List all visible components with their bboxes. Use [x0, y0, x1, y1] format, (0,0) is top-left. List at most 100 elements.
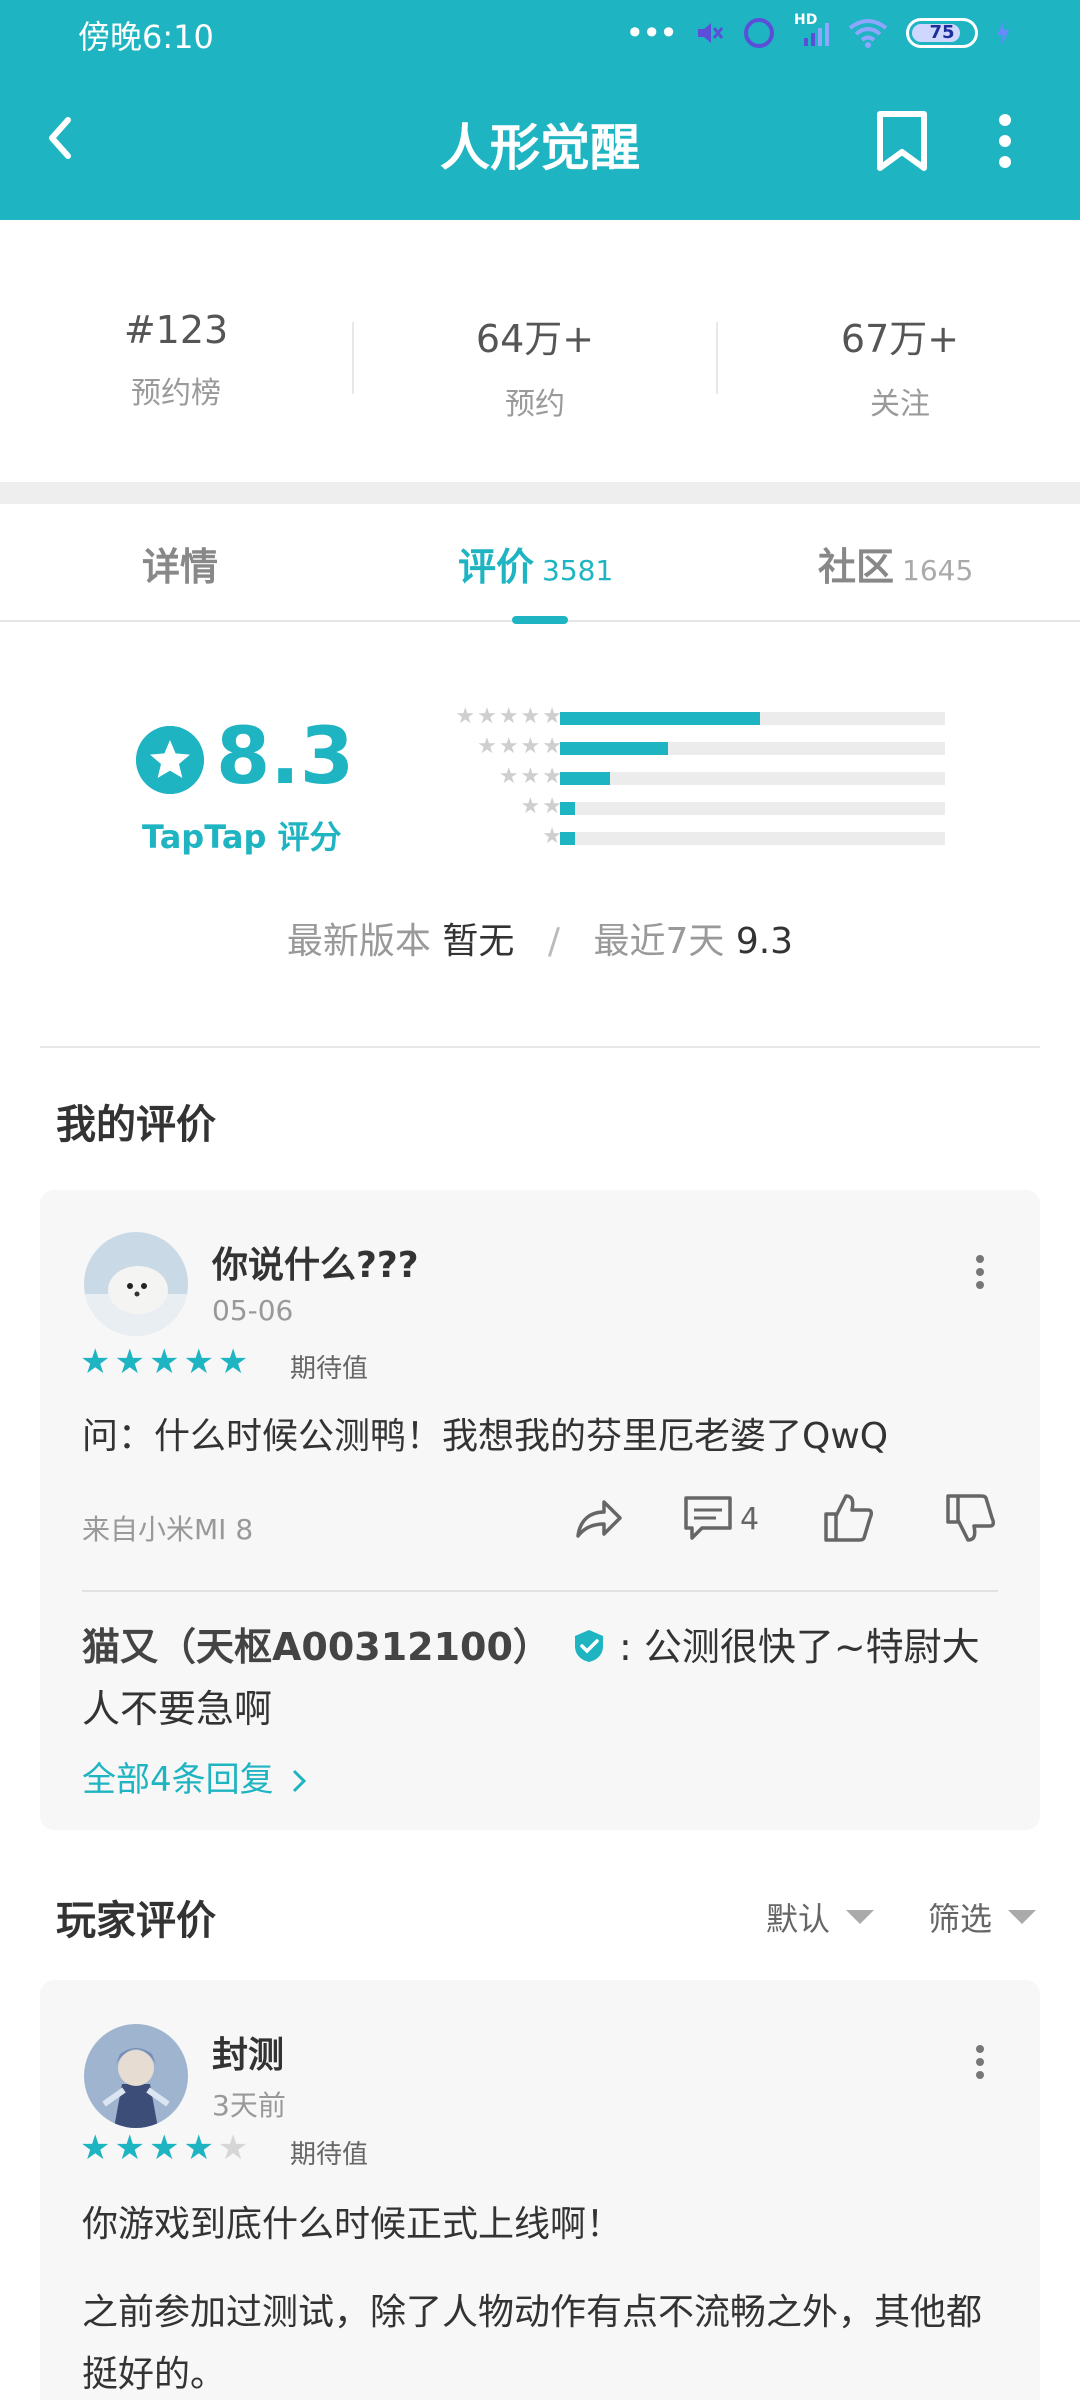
status-icons: ••• HD 75	[625, 12, 1010, 52]
reply-divider	[82, 1590, 998, 1592]
tab-bar: 详情 评价 3581 社区 1645	[0, 504, 1080, 624]
avatar[interactable]	[84, 2024, 188, 2128]
like-icon[interactable]	[820, 1490, 876, 1546]
bookmark-button[interactable]	[874, 110, 930, 172]
sort-dropdown[interactable]: 默认	[766, 1894, 875, 1940]
version-rating-line: 最新版本 暂无 / 最近7天 9.3	[0, 912, 1080, 964]
game-stats: #123 预约榜 64万+ 预约 67万+ 关注	[0, 220, 1080, 482]
bar-track	[560, 712, 945, 725]
mute-icon	[698, 23, 724, 43]
stat-reservations[interactable]: 64万+ 预约	[385, 308, 685, 423]
tab-label: 社区	[818, 545, 895, 589]
tab-label: 详情	[142, 545, 219, 589]
bar-fill	[560, 742, 668, 755]
review-more-button[interactable]	[970, 1250, 990, 1294]
rating-bar-4: ★★★★	[420, 734, 950, 760]
star-row-icon: ★★★★★	[455, 704, 564, 729]
comment-count: 4	[740, 1502, 760, 1537]
review-text: 你游戏到底什么时候正式上线啊！	[82, 2204, 623, 2245]
score-caption: TapTap 评分	[142, 818, 342, 856]
bar-fill	[560, 802, 576, 815]
tab-count: 1645	[902, 554, 974, 587]
status-time: 傍晚6:10	[78, 18, 214, 56]
review-stars: ★★★★★	[80, 1342, 253, 1382]
stars-label: 期待值	[290, 1354, 369, 1384]
section-separator	[0, 482, 1080, 504]
stat-label: 预约	[505, 387, 565, 422]
app-header: 傍晚6:10 ••• HD 75 人形觉醒	[0, 0, 1080, 220]
dropdown-arrow-icon	[846, 1910, 875, 1924]
stat-label: 关注	[870, 387, 930, 422]
chevron-right-icon	[293, 1769, 307, 1793]
rating-bar-2: ★★	[420, 794, 950, 820]
stat-label: 预约榜	[131, 376, 221, 411]
verified-badge-icon	[574, 1630, 603, 1662]
developer-reply: 猫又（天枢A00312100） : 公测很快了~特尉大人不要急啊	[82, 1616, 1012, 1740]
rating-bar-1: ★	[420, 824, 950, 850]
latest-version-label: 最新版本	[286, 921, 431, 962]
more-options-button[interactable]	[990, 110, 1020, 172]
avatar[interactable]	[84, 1232, 188, 1336]
bar-fill	[560, 712, 761, 725]
review-stars: ★★★★★	[80, 2128, 253, 2168]
tab-details[interactable]: 详情	[142, 536, 218, 591]
post-date: 05-06	[212, 1294, 294, 1327]
more-notifications-icon: •••	[625, 14, 678, 52]
sort-label: 默认	[766, 1900, 831, 1938]
stat-value: 64万+	[475, 317, 595, 361]
dropdown-arrow-icon	[1008, 1910, 1037, 1924]
recent-value: 9.3	[735, 921, 794, 962]
tab-reviews[interactable]: 评价 3581	[458, 536, 613, 591]
stat-rank[interactable]: #123 预约榜	[26, 308, 326, 412]
bar-fill	[560, 772, 611, 785]
review-more-button[interactable]	[970, 2040, 990, 2084]
battery-icon: 75	[906, 18, 978, 48]
status-bar: 傍晚6:10 ••• HD 75	[0, 0, 1080, 66]
all-replies-label: 全部4条回复	[82, 1760, 274, 1800]
star-row-icon: ★★★	[498, 764, 564, 789]
reply-author[interactable]: 猫又（天枢A00312100）	[82, 1625, 551, 1669]
filter-label: 筛选	[928, 1900, 993, 1938]
comment-icon[interactable]	[680, 1490, 736, 1546]
charging-icon	[997, 20, 1009, 46]
hd-signal-icon: HD	[794, 12, 830, 48]
divider	[40, 1046, 1040, 1048]
bar-fill	[560, 832, 576, 845]
filter-dropdown[interactable]: 筛选	[928, 1894, 1037, 1940]
all-replies-link[interactable]: 全部4条回复	[82, 1752, 308, 1801]
player-reviews-title: 玩家评价	[56, 1898, 216, 1944]
star-badge-icon	[136, 726, 204, 794]
my-review-card: 你说什么??? 05-06 ★★★★★ 期待值 问：什么时候公测鸭！我想我的芬里…	[40, 1190, 1040, 1830]
star-row-icon: ★★★★	[477, 734, 564, 759]
share-icon[interactable]	[570, 1490, 626, 1546]
wifi-icon	[848, 19, 888, 48]
review-text: 问：什么时候公测鸭！我想我的芬里厄老婆了QwQ	[82, 1416, 889, 1457]
star-row-icon: ★★	[520, 794, 564, 819]
rating-score: 8.3 TapTap 评分	[136, 712, 356, 862]
tab-label: 评价	[458, 545, 535, 589]
active-tab-indicator	[512, 616, 568, 624]
bar-track	[560, 772, 945, 785]
bar-track	[560, 742, 945, 755]
recent-label: 最近7天	[593, 921, 725, 962]
alarm-icon	[744, 18, 774, 48]
battery-percent: 75	[929, 22, 955, 43]
dislike-icon[interactable]	[942, 1490, 998, 1546]
rating-bar-3: ★★★	[420, 764, 950, 790]
stat-divider	[352, 322, 354, 394]
my-review-title: 我的评价	[56, 1102, 216, 1148]
tab-community[interactable]: 社区 1645	[818, 536, 973, 591]
review-text-continued: 之前参加过测试，除了人物动作有点不流畅之外，其他都挺好的。	[82, 2292, 983, 2395]
user-name[interactable]: 封测	[212, 2026, 284, 2078]
stat-divider	[716, 322, 718, 394]
post-date: 3天前	[212, 2089, 286, 2122]
stars-label: 期待值	[290, 2140, 369, 2170]
tab-count: 3581	[542, 554, 614, 587]
user-name[interactable]: 你说什么???	[212, 1236, 419, 1288]
latest-version-value: 暂无	[442, 921, 515, 962]
score-value: 8.3	[216, 712, 355, 802]
separator: /	[547, 921, 560, 962]
stat-followers[interactable]: 67万+ 关注	[750, 308, 1050, 423]
bar-track	[560, 832, 945, 845]
stat-value: 67万+	[840, 317, 960, 361]
